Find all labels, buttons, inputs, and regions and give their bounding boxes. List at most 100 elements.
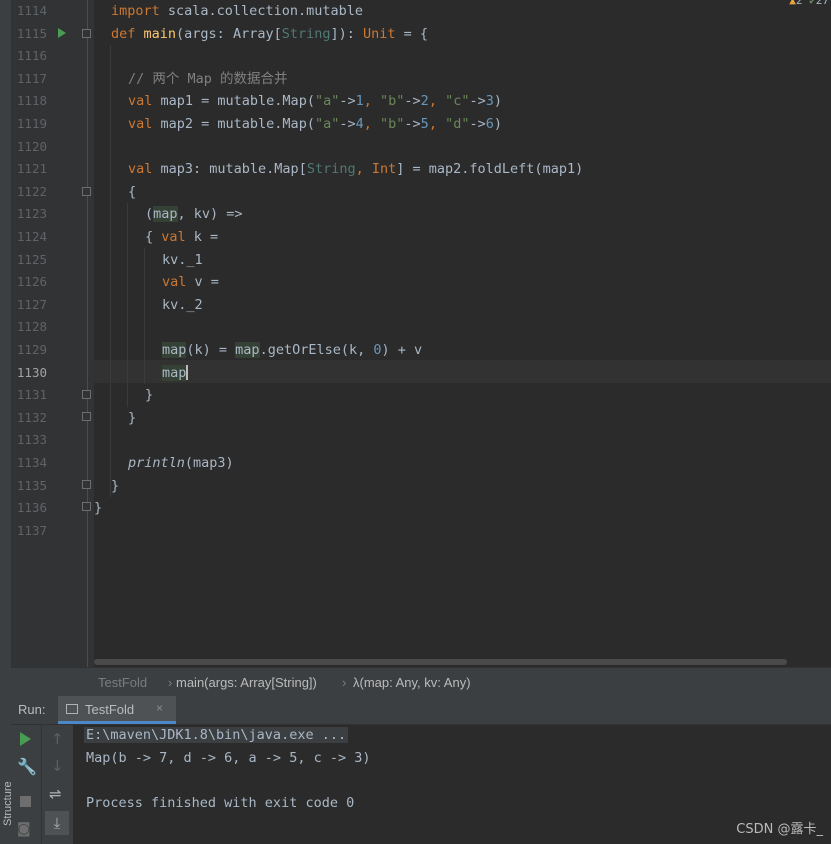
fold-marker-icon[interactable] [82, 29, 91, 38]
structure-tool-label[interactable]: Structure [2, 766, 14, 826]
string-literal: "b" [380, 116, 405, 132]
code-text: (args: Array[ [176, 25, 282, 42]
string-literal: "b" [380, 93, 405, 110]
code-line[interactable]: kv._1 [162, 249, 203, 272]
fold-marker-icon[interactable] [82, 187, 91, 196]
camera-icon[interactable]: ◙ [17, 821, 31, 837]
code-text: map2 = mutable.Map( [152, 116, 315, 132]
run-gutter-icon[interactable] [58, 28, 66, 38]
fold-marker-icon[interactable] [82, 412, 91, 421]
gutter-separator [87, 0, 88, 667]
scroll-to-end-icon[interactable]: ⤓ [45, 811, 69, 835]
keyword: val [128, 161, 153, 178]
number-literal: 0 [373, 342, 382, 358]
code-line[interactable]: val map1 = mutable.Map("a"->1, "b"->2, "… [128, 90, 502, 113]
fold-marker-icon[interactable] [82, 390, 91, 399]
function-name: main [143, 25, 177, 42]
run-panel-header: Run: TestFold × [11, 696, 831, 725]
breadcrumb-item[interactable]: main(args: Array[String]) [176, 668, 317, 697]
highlighted-identifier: map [162, 342, 187, 358]
arrow-up-icon[interactable]: ↑ [51, 730, 64, 748]
code-line[interactable]: } [128, 407, 136, 430]
string-literal: "a" [314, 116, 340, 132]
number-literal: 4 [355, 116, 364, 132]
code-line[interactable]: { [128, 181, 136, 204]
breadcrumb: TestFold › main(args: Array[String]) › λ… [11, 667, 831, 697]
soft-wrap-icon[interactable]: ⇌ [49, 785, 62, 803]
code-line[interactable]: // 两个 Map 的数据合并 [128, 68, 288, 91]
code-line[interactable]: kv._2 [162, 294, 203, 317]
code-text: , [355, 161, 372, 178]
indent-guide [110, 45, 111, 497]
code-line[interactable]: val map2 = mutable.Map("a"->4, "b"->5, "… [128, 113, 502, 136]
run-label: Run: [18, 702, 46, 717]
indent-guide [144, 248, 145, 384]
code-line[interactable]: val map3: mutable.Map[String, Int] = map… [128, 158, 583, 181]
line-number: 1131 [16, 387, 47, 403]
line-number: 1126 [16, 274, 47, 290]
code-line[interactable]: map(k) = map.getOrElse(k, 0) + v [162, 339, 422, 362]
line-number: 1135 [16, 477, 47, 493]
type-name: String [306, 161, 356, 178]
code-line[interactable]: } [145, 384, 153, 407]
line-number: 1132 [16, 409, 47, 425]
code-text: ( [145, 206, 154, 223]
code-text: ) [493, 93, 503, 110]
code-line[interactable]: val v = [162, 271, 219, 294]
code-line-current[interactable]: map [162, 362, 188, 385]
code-text: -> [339, 116, 356, 132]
line-number: 1127 [16, 296, 47, 312]
wrench-icon[interactable]: 🔧 [17, 757, 37, 776]
line-number: 1134 [16, 455, 47, 470]
weak-warning-icon: ✔ [809, 0, 816, 7]
console-line: E:\maven\JDK1.8\bin\java.exe ... [84, 727, 349, 743]
line-number: 1122 [16, 183, 47, 199]
code-text: k = [185, 229, 219, 245]
breadcrumb-item[interactable]: TestFold [98, 668, 147, 697]
code-line[interactable]: import scala.collection.mutable [111, 0, 363, 23]
warning-count: 2 [795, 0, 803, 7]
code-text: { [145, 229, 162, 245]
code-text: map3: mutable.Map[ [152, 161, 307, 178]
code-text: ) + v [381, 342, 423, 358]
run-tab[interactable]: TestFold × [58, 696, 176, 724]
code-line[interactable]: } [111, 475, 119, 498]
close-icon[interactable]: × [156, 701, 163, 715]
console-command[interactable]: E:\maven\JDK1.8\bin\java.exe ... [84, 727, 349, 743]
indent-guide [127, 203, 128, 407]
breadcrumb-item[interactable]: λ(map: Any, kv: Any) [353, 668, 471, 697]
code-text: .getOrElse(k, [259, 342, 374, 358]
arrow-down-icon[interactable]: ↓ [51, 757, 64, 775]
keyword: val [128, 116, 153, 132]
code-text: , [363, 93, 381, 110]
line-number: 1121 [16, 161, 47, 177]
keyword: import [111, 3, 160, 19]
stop-icon[interactable] [20, 796, 31, 807]
line-number: 1114 [16, 3, 47, 18]
code-text: , [428, 93, 446, 110]
line-number: 1117 [16, 70, 47, 86]
run-toolbar-secondary: ↑ ↓ ⇌ ⤓ [42, 725, 73, 844]
rerun-icon[interactable] [20, 732, 31, 746]
code-line[interactable]: (map, kv) => [145, 203, 243, 226]
code-line[interactable]: def main(args: Array[String]): Unit = { [111, 23, 428, 46]
code-line[interactable]: { val k = [145, 226, 218, 249]
line-number: 1133 [16, 432, 47, 448]
inspection-widget[interactable]: ▲2 ✔27 [789, 0, 829, 7]
horizontal-scrollbar[interactable] [94, 659, 787, 665]
run-tab-label: TestFold [85, 702, 135, 717]
code-text: (k) = [186, 342, 236, 358]
fold-marker-icon[interactable] [82, 480, 91, 489]
line-number: 1136 [16, 500, 47, 516]
code-text: = { [395, 25, 429, 42]
code-text: kv._1 [162, 251, 203, 268]
code-line[interactable]: println(map3) [128, 452, 234, 475]
line-number: 1125 [16, 251, 47, 267]
number-literal: 6 [485, 116, 494, 132]
code-line[interactable]: } [94, 497, 102, 520]
fold-marker-icon[interactable] [82, 502, 91, 511]
keyword: Unit [363, 25, 396, 42]
console-line: Map(b -> 7, d -> 6, a -> 5, c -> 3) [86, 750, 371, 766]
function-call: println [128, 455, 185, 471]
line-number: 1123 [16, 206, 47, 222]
